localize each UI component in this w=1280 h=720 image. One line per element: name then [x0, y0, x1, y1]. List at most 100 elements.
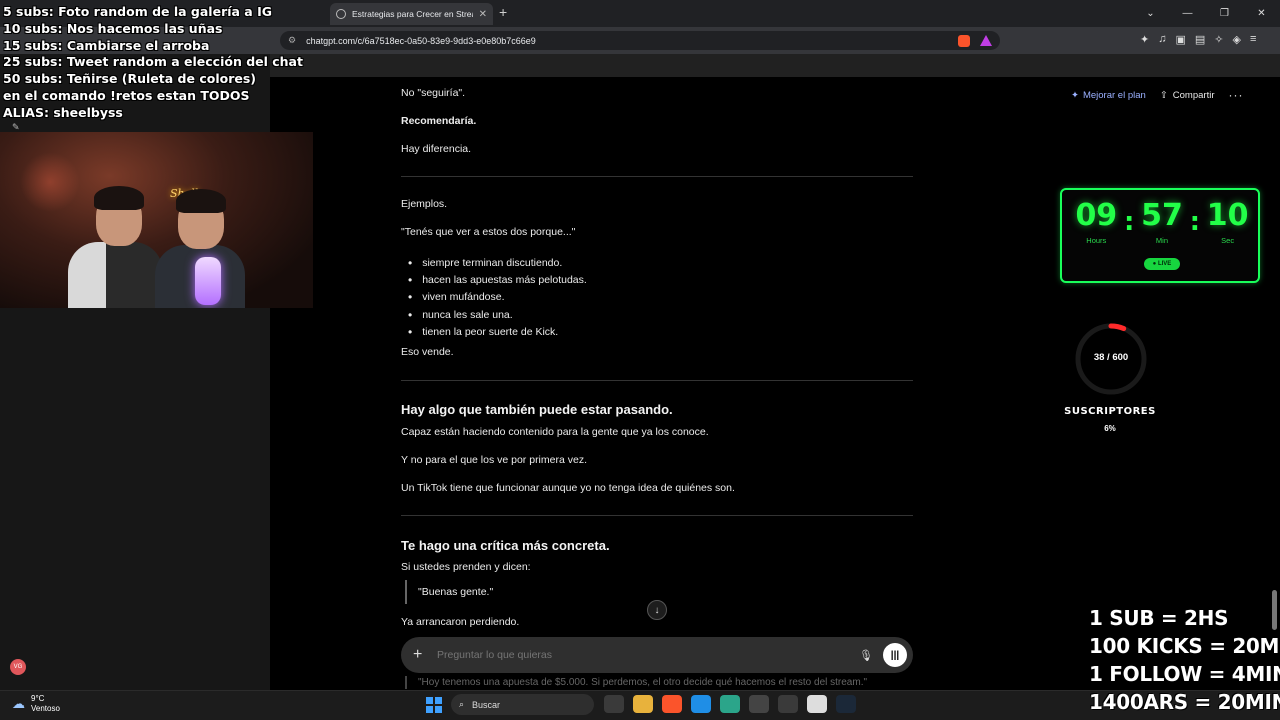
menu-icon[interactable]: ≡ [1250, 33, 1256, 46]
arrow-down-icon: ↓ [654, 604, 660, 616]
task-view-icon[interactable] [604, 695, 624, 713]
list-item: hacen las apuestas más pelotudas. [408, 271, 587, 288]
share-icon: ⇪ [1159, 89, 1168, 101]
section-heading: Te hago una crítica más concreta. [401, 538, 610, 553]
add-attachment-button[interactable]: + [413, 646, 435, 664]
voice-mode-button[interactable]: ||| [883, 643, 907, 667]
bullet-list: siempre terminan discutiendo. hacen las … [408, 254, 587, 340]
calculator-icon[interactable] [778, 695, 798, 713]
ai-icon[interactable]: ✧ [1214, 33, 1223, 46]
vpn-icon[interactable]: ◈ [1233, 33, 1241, 46]
tab-active[interactable]: Estrategias para Crecer en Stream ✕ [330, 3, 493, 25]
brave-browser-icon[interactable] [662, 695, 682, 713]
url-text[interactable]: chatgpt.com/c/6a7518ec-0a50-83e9-9dd3-e0… [306, 36, 948, 46]
search-icon: ⌕ [459, 699, 465, 709]
weather-widget[interactable]: ☁ 9°C Ventoso [12, 694, 60, 714]
rule-line: 100 KICKS = 20MIN [1089, 634, 1280, 658]
list-item: viven mufándose. [408, 289, 587, 306]
timer-colon: : [1189, 207, 1200, 237]
message-text: No "seguiría". [401, 87, 466, 99]
message-text: Hay diferencia. [401, 143, 472, 155]
timer-seconds-label: Sec [1221, 236, 1235, 245]
sidebar-icon[interactable]: ▣ [1175, 33, 1185, 46]
rule-line: 1400ARS = 20MIN [1089, 690, 1280, 714]
brave-shields-icon[interactable] [958, 34, 970, 47]
timer-hours: 09 [1075, 198, 1118, 233]
edge-icon[interactable] [691, 695, 711, 713]
taskbar-search[interactable]: ⌕ Buscar [451, 694, 594, 715]
tab-title: Estrategias para Crecer en Stream [352, 9, 473, 19]
subs-percent: 6% [1104, 424, 1116, 433]
search-label: Buscar [472, 699, 501, 710]
timer-minutes-label: Min [1155, 236, 1169, 245]
windows-start-icon[interactable] [426, 697, 442, 713]
goal-line: 15 subs: Cambiarse el arroba [3, 37, 210, 53]
microphone [195, 257, 221, 305]
timer-digits: 09 Hours : 57 Min : 10 Sec [1070, 198, 1254, 245]
brave-rewards-icon[interactable] [980, 35, 992, 46]
list-item: siempre terminan discutiendo. [408, 254, 587, 271]
message-text: Si ustedes prenden y dicen: [401, 561, 531, 573]
divider [401, 176, 913, 177]
scroll-down-button[interactable]: ↓ [647, 600, 667, 620]
webcam-feed: Shell [0, 132, 313, 308]
wallet-icon[interactable]: ▤ [1195, 33, 1205, 46]
sparkle-icon: ✦ [1071, 89, 1079, 101]
weather-desc: Ventoso [31, 704, 60, 713]
blockquote: "Buenas gente." [405, 580, 493, 604]
message-text: Capaz están haciendo contenido para la g… [401, 426, 709, 438]
live-badge: ● LIVE [1144, 258, 1180, 270]
goal-line: en el comando !retos estan TODOS [3, 87, 250, 103]
message-text-faded: "Hoy tenemos una apuesta de $5.000. Si p… [418, 677, 868, 688]
extensions-icon[interactable]: ✦ [1140, 33, 1149, 46]
stream-goals-overlay: 5 subs: Foto random de la galería a IG 1… [3, 4, 303, 122]
wind-icon: ☁ [12, 696, 25, 711]
section-heading: Hay algo que también puede estar pasando… [401, 402, 673, 417]
message-text: Y no para el que los ve por primera vez. [401, 454, 587, 466]
tab-search-icon[interactable]: ⌄ [1132, 8, 1169, 19]
user-avatar[interactable]: VG [10, 659, 26, 675]
chat-header-strip [270, 54, 1280, 77]
message-text: Eso vende. [401, 346, 454, 358]
timer-seconds: 10 [1206, 198, 1249, 233]
obs-icon[interactable] [749, 695, 769, 713]
rule-line: 1 SUB = 2HS [1089, 606, 1229, 630]
divider [401, 380, 913, 381]
list-item: nunca les sale una. [408, 306, 587, 323]
subs-count: 38 / 600 [1093, 352, 1129, 363]
share-button[interactable]: ⇪ Compartir [1160, 90, 1215, 101]
new-tab-button[interactable]: + [499, 4, 507, 20]
close-window-button[interactable]: ✕ [1243, 8, 1280, 19]
message-text: Un TikTok tiene que funcionar aunque yo … [401, 482, 735, 494]
steam-icon[interactable] [836, 695, 856, 713]
stream-timer: 09 Hours : 57 Min : 10 Sec ● LIVE [1060, 188, 1260, 283]
rule-line: 1 FOLLOW = 4MIN [1089, 662, 1280, 686]
file-explorer-icon[interactable] [633, 695, 653, 713]
address-bar[interactable]: ⚙ chatgpt.com/c/6a7518ec-0a50-83e9-9dd3-… [280, 31, 1000, 50]
chat-input[interactable] [435, 649, 860, 661]
weather-temp: 9°C [31, 694, 45, 703]
edge-dev-icon[interactable] [720, 695, 740, 713]
more-options-button[interactable]: ··· [1228, 88, 1243, 102]
maximize-button[interactable]: ❐ [1206, 8, 1243, 19]
microphone-icon[interactable]: 🎙 [859, 649, 873, 662]
capcut-icon[interactable] [807, 695, 827, 713]
close-tab-icon[interactable]: ✕ [479, 9, 487, 20]
timer-colon: : [1123, 207, 1135, 237]
blockquote-bar [405, 676, 407, 689]
goal-line: 10 subs: Nos hacemos las uñas [3, 20, 223, 36]
divider [401, 515, 913, 516]
message-text: Ejemplos. [401, 198, 448, 210]
timer-hours-label: Hours [1086, 236, 1107, 245]
upgrade-plan-button[interactable]: ✦ Mejorar el plan [1071, 90, 1146, 101]
taskbar-apps [604, 695, 856, 713]
goal-line: 50 subs: Teñirse (Ruleta de colores) [3, 71, 256, 87]
subs-label: SUSCRIPTORES [1064, 406, 1156, 417]
list-item: tienen la peor suerte de Kick. [408, 323, 587, 340]
extension-icons: ✦ ♫ ▣ ▤ ✧ ◈ ≡ [1140, 33, 1256, 46]
timer-minutes: 57 [1141, 198, 1183, 233]
minimize-button[interactable]: — [1169, 8, 1206, 19]
media-icon[interactable]: ♫ [1158, 33, 1166, 46]
streamer-left [68, 182, 163, 308]
chat-composer: + 🎙 ||| [401, 637, 913, 673]
